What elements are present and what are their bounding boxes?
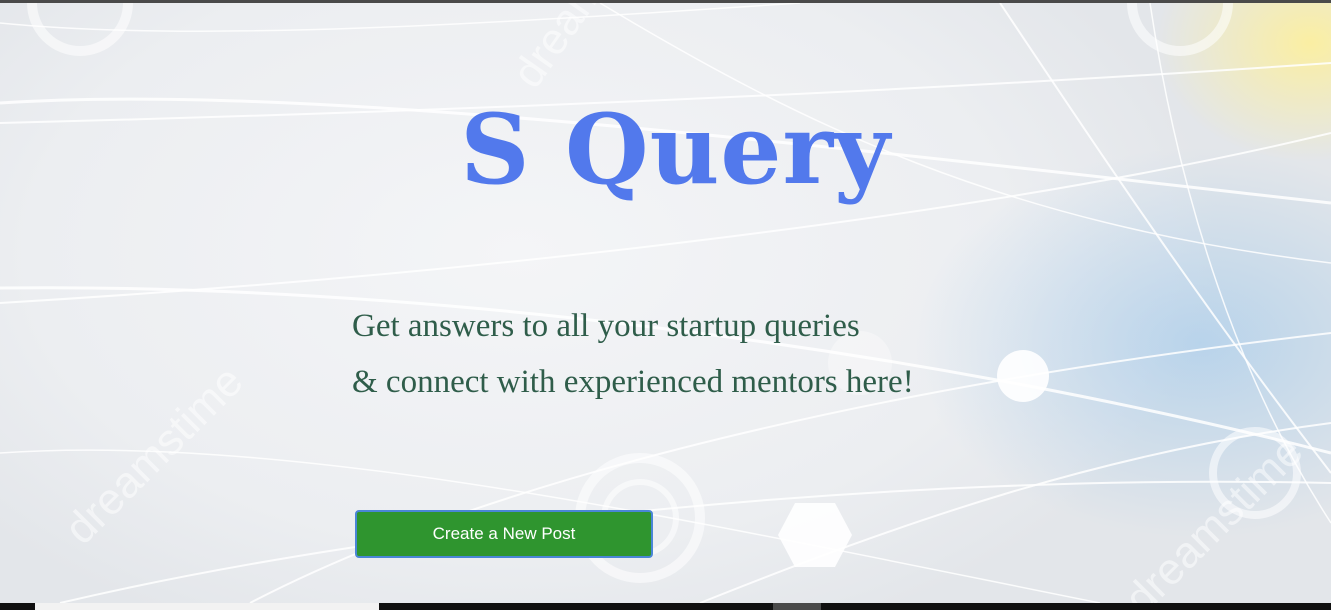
- taskbar: [0, 603, 1331, 610]
- taskbar-window-button[interactable]: [35, 603, 379, 610]
- svg-text:dreams: dreams: [503, 3, 627, 97]
- taskbar-clock: [1240, 603, 1296, 610]
- create-new-post-button[interactable]: Create a New Post: [355, 510, 653, 558]
- tagline-line-1: Get answers to all your startup queries: [352, 308, 860, 344]
- hero-section: dreams dreamstime dreamstime S Query Get…: [0, 3, 1331, 603]
- app-title: S Query: [460, 93, 891, 206]
- tagline: Get answers to all your startup queries …: [352, 298, 914, 410]
- taskbar-app-icon[interactable]: [773, 603, 821, 610]
- tagline-line-2: & connect with experienced mentors here!: [352, 364, 914, 400]
